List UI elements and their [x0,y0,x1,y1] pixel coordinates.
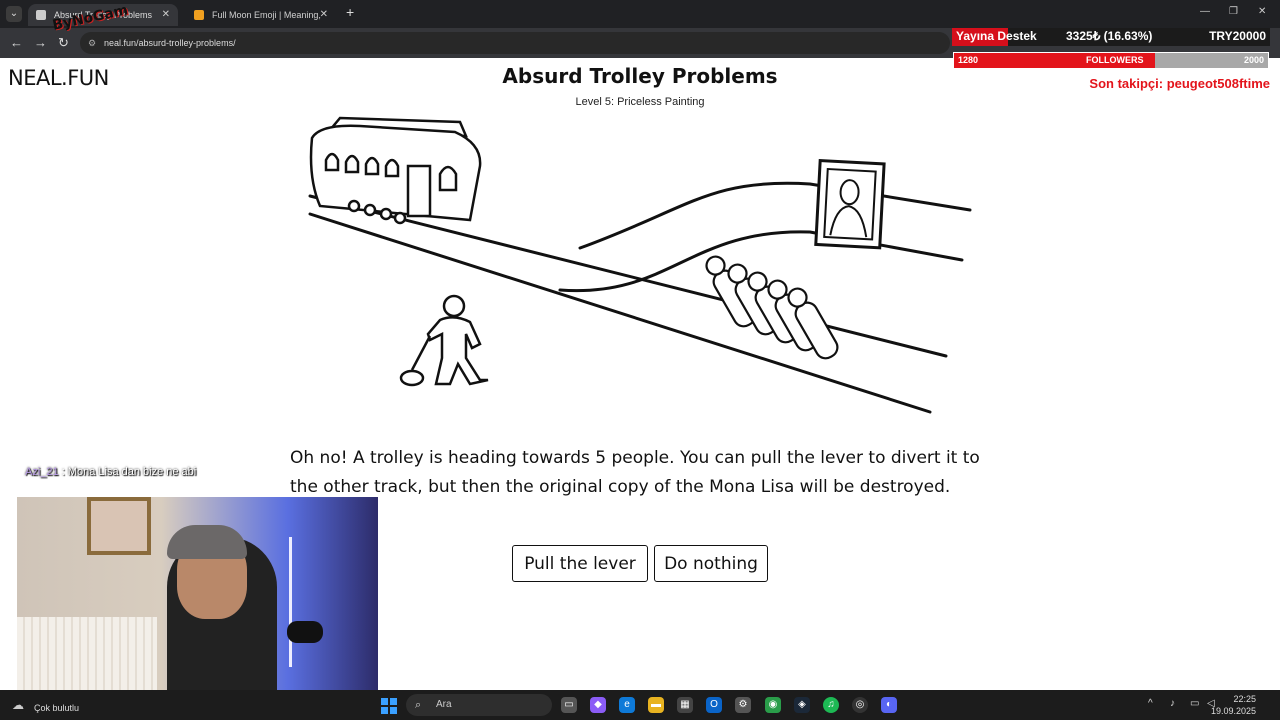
webcam-feed [17,497,378,700]
task-view-icon[interactable]: ▭ [561,697,577,713]
store-icon[interactable]: ▦ [677,697,693,713]
close-tab-icon[interactable]: ✕ [320,4,328,26]
weather-cloud-icon[interactable]: ☁ [12,698,24,712]
tray-chevron-icon[interactable]: ^ [1148,698,1153,709]
obs-icon[interactable]: ◎ [852,697,868,713]
donation-goal-bar: Yayına Destek 3325₺ (16.63%) TRY20000 [952,28,1270,46]
browser-tab-bar: ⌄ Absurd Trolley Problems ✕ Full Moon Em… [0,0,1280,28]
tab-label: Full Moon Emoji | Meaning, [212,10,321,20]
spotify-icon[interactable]: ♫ [823,697,839,713]
chrome-icon[interactable]: ◉ [765,697,781,713]
copilot-icon[interactable]: ◆ [590,697,606,713]
chat-text: : Mona Lisa dan bize ne abi [61,466,197,478]
discord-icon[interactable]: ◐ [881,697,897,713]
forward-icon[interactable]: → [34,35,47,50]
taskbar-search[interactable]: ⌕ Ara [406,694,552,716]
donation-amount: 3325₺ (16.63%) [1066,29,1153,43]
lever-person-icon [399,294,489,387]
url-text: neal.fun/absurd-trolley-problems/ [104,38,236,48]
donation-label: Yayına Destek [956,29,1037,43]
microphone-icon [287,621,323,643]
url-field[interactable]: ⚙ neal.fun/absurd-trolley-problems/ [80,32,950,54]
streamer-cap [167,525,247,559]
clock-date: 19.09.2025 [1210,706,1256,716]
scenario-description: Oh no! A trolley is heading towards 5 pe… [290,448,980,497]
wall-frame [87,497,151,555]
site-info-icon[interactable]: ⚙ [88,38,98,48]
pull-lever-button[interactable]: Pull the lever [512,545,648,582]
microphone-tray-icon[interactable]: ♪ [1170,698,1175,709]
minimize-icon[interactable]: — [1200,6,1210,17]
search-placeholder: Ara [436,699,452,710]
edge-icon[interactable]: e [619,697,635,713]
file-explorer-icon[interactable]: ▬ [648,697,664,713]
chat-username: Azi_21 [25,466,59,478]
light-stand [289,537,292,667]
outlook-icon[interactable]: O [706,697,722,713]
level-subtitle: Level 5: Priceless Painting [575,96,705,108]
search-icon: ⌕ [415,699,422,711]
back-icon[interactable]: ← [10,35,23,50]
network-icon[interactable]: ▭ [1190,698,1199,709]
trolley-scene-illustration [308,116,972,414]
system-clock[interactable]: 22:25 19.09.2025 [1211,693,1256,717]
emojipedia-favicon-icon [194,10,204,20]
diverted-track-upper [578,181,972,250]
close-window-icon[interactable]: ✕ [1258,6,1266,17]
clock-time: 22:25 [1233,694,1256,704]
mona-lisa-painting-icon [814,159,886,250]
radiator [17,617,157,700]
tab-full-moon-emoji[interactable]: Full Moon Emoji | Meaning, ✕ [186,4,336,26]
stream-chat-message: Azi_21 : Mona Lisa dan bize ne abi [25,466,196,478]
page-title: Absurd Trolley Problems [502,64,778,88]
start-button[interactable] [381,698,397,714]
reload-icon[interactable]: ↻ [58,35,69,51]
trolley-icon [309,116,482,225]
do-nothing-button[interactable]: Do nothing [654,545,768,582]
weather-text[interactable]: Çok bulutlu [34,703,79,713]
windows-taskbar: ☁ Çok bulutlu ⌕ Ara ▭ ◆ e ▬ ▦ O ⚙ ◉ ◈ ♫ … [0,690,1280,720]
restore-icon[interactable]: ❐ [1229,6,1238,17]
donation-goal: TRY20000 [1209,29,1266,43]
neal-fun-favicon-icon [36,10,46,20]
settings-gear-icon[interactable]: ⚙ [735,697,751,713]
close-tab-icon[interactable]: ✕ [162,4,170,26]
new-tab-icon[interactable]: + [346,4,354,20]
steam-icon[interactable]: ◈ [794,697,810,713]
tab-list-button[interactable]: ⌄ [6,6,22,22]
